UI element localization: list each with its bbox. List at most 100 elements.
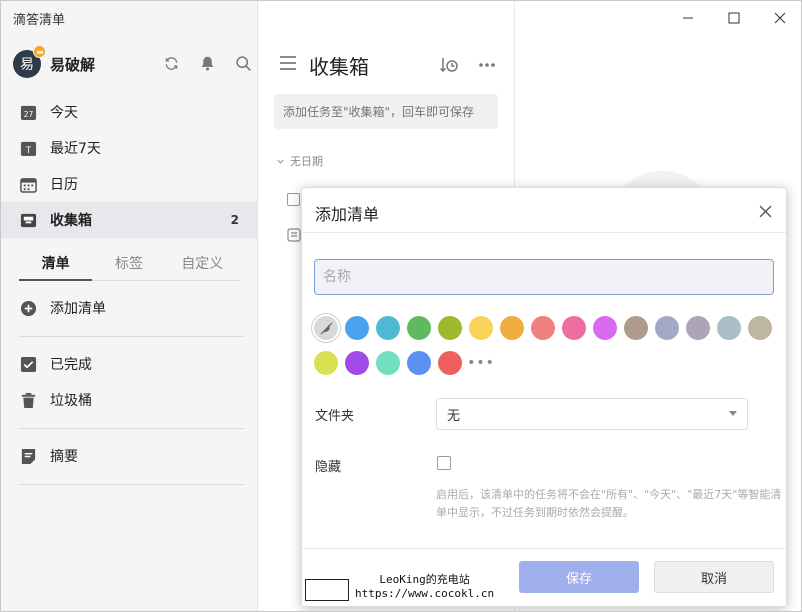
color-swatch[interactable]: [376, 351, 400, 375]
color-swatch[interactable]: [500, 316, 524, 340]
crown-icon: [33, 45, 46, 58]
bell-icon[interactable]: [197, 53, 217, 73]
checklist-task-icon[interactable]: [287, 228, 301, 246]
user-row: 易 易破解: [13, 45, 253, 81]
sidebar-divider: [19, 484, 244, 485]
color-swatch[interactable]: [407, 316, 431, 340]
calendar-t-icon: T: [19, 139, 37, 157]
today-icon-number: 27: [23, 110, 33, 119]
sidebar: 滴答清单 易 易破解 27 今天 T 最近7天 日历 收集箱 2 清单 标签 自…: [1, 1, 258, 611]
sidebar-item-label: 已完成: [50, 357, 92, 373]
add-task-input[interactable]: [274, 94, 498, 129]
color-swatch[interactable]: [438, 351, 462, 375]
color-swatch[interactable]: [748, 316, 772, 340]
tab-lists[interactable]: 清单: [19, 251, 93, 281]
color-row: •••: [314, 351, 784, 375]
hide-hint-text: 启用后，该清单中的任务将不会在"所有"、"今天"、"最近7天"等智能清单中显示，…: [436, 488, 782, 519]
tab-tags[interactable]: 标签: [92, 251, 165, 280]
system-lists: 已完成 垃圾桶: [1, 346, 257, 418]
inbox-count-badge: 2: [230, 213, 239, 227]
check-box-icon: [19, 355, 37, 373]
sidebar-divider: [19, 428, 244, 429]
task-checkbox[interactable]: [287, 192, 300, 206]
color-swatch[interactable]: [376, 316, 400, 340]
color-swatch[interactable]: [314, 351, 338, 375]
color-swatch[interactable]: [345, 316, 369, 340]
close-icon: [759, 205, 771, 217]
sidebar-item-summary[interactable]: 摘要: [1, 438, 257, 474]
sidebar-item-label: 摘要: [50, 449, 78, 465]
sort-clock-icon[interactable]: [438, 54, 460, 76]
dialog-title: 添加清单: [315, 205, 380, 224]
inbox-icon: [19, 211, 37, 229]
watermark-text: LeoKing的充电站 https://www.cocokl.cn: [355, 573, 494, 601]
folder-label: 文件夹: [315, 409, 355, 424]
color-swatch[interactable]: [531, 316, 555, 340]
dialog-footer-divider: [302, 548, 786, 549]
chevron-down-icon: [277, 159, 284, 164]
sidebar-item-inbox[interactable]: 收集箱 2: [1, 202, 257, 238]
save-button[interactable]: 保存: [519, 561, 639, 593]
user-actions: [161, 53, 253, 73]
add-list-button[interactable]: 添加清单: [19, 293, 106, 323]
sidebar-item-completed[interactable]: 已完成: [1, 346, 257, 382]
window-controls: [665, 1, 801, 35]
tab-custom[interactable]: 自定义: [166, 251, 239, 280]
add-list-dialog: 添加清单 ••• 文件夹 无 隐藏 启用后，该清单中的任务将不会在"所有"、"今…: [301, 187, 787, 607]
list-name-input[interactable]: [314, 259, 774, 295]
color-swatch[interactable]: [407, 351, 431, 375]
sidebar-item-label: 最近7天: [50, 141, 101, 157]
plus-circle-icon: [19, 299, 37, 317]
more-icon[interactable]: [476, 54, 498, 76]
more-colors-icon[interactable]: •••: [467, 351, 494, 375]
color-swatch[interactable]: [562, 316, 586, 340]
no-color-swatch[interactable]: [314, 316, 338, 340]
no-color-icon: [319, 321, 333, 335]
trash-icon: [19, 391, 37, 409]
color-swatch[interactable]: [345, 351, 369, 375]
sidebar-tabs: 清单 标签 自定义: [19, 251, 239, 281]
next7-icon-letter: T: [24, 146, 31, 156]
color-picker: •••: [314, 316, 784, 386]
watermark-logo: [305, 579, 349, 601]
sidebar-divider: [19, 336, 244, 337]
close-button[interactable]: [757, 1, 801, 35]
color-swatch[interactable]: [624, 316, 648, 340]
summary-list: 摘要: [1, 438, 257, 474]
app-window: 滴答清单 易 易破解 27 今天 T 最近7天 日历 收集箱 2 清单 标签 自…: [0, 0, 802, 612]
sidebar-item-today[interactable]: 27 今天: [1, 94, 257, 130]
color-swatch[interactable]: [686, 316, 710, 340]
folder-select-value: 无: [447, 408, 461, 424]
caret-down-icon: [729, 411, 737, 416]
minimize-icon: [683, 17, 693, 19]
color-swatch[interactable]: [655, 316, 679, 340]
color-swatch[interactable]: [438, 316, 462, 340]
user-name[interactable]: 易破解: [50, 54, 95, 75]
app-title: 滴答清单: [13, 13, 66, 28]
color-swatch[interactable]: [717, 316, 741, 340]
section-label: 无日期: [290, 155, 323, 168]
folder-select[interactable]: 无: [436, 398, 748, 430]
dialog-close-button[interactable]: [756, 202, 774, 220]
section-no-date[interactable]: 无日期: [276, 153, 323, 169]
watermark-line1: LeoKing的充电站: [379, 573, 470, 586]
maximize-button[interactable]: [711, 1, 757, 35]
avatar[interactable]: 易: [13, 45, 46, 78]
add-list-label: 添加清单: [50, 301, 106, 317]
sidebar-item-label: 日历: [50, 177, 78, 193]
hide-label: 隐藏: [315, 460, 342, 475]
sidebar-item-calendar[interactable]: 日历: [1, 166, 257, 202]
color-swatch[interactable]: [469, 316, 493, 340]
hide-checkbox[interactable]: [437, 456, 451, 470]
calendar-27-icon: 27: [19, 103, 37, 121]
sidebar-item-next7days[interactable]: T 最近7天: [1, 130, 257, 166]
list-title: 收集箱: [309, 54, 369, 79]
search-icon[interactable]: [233, 53, 253, 73]
color-swatch[interactable]: [593, 316, 617, 340]
hamburger-menu-icon[interactable]: [278, 53, 298, 77]
dialog-header-divider: [302, 232, 786, 233]
cancel-button[interactable]: 取消: [654, 561, 774, 593]
minimize-button[interactable]: [665, 1, 711, 35]
sidebar-item-trash[interactable]: 垃圾桶: [1, 382, 257, 418]
sync-icon[interactable]: [161, 53, 181, 73]
